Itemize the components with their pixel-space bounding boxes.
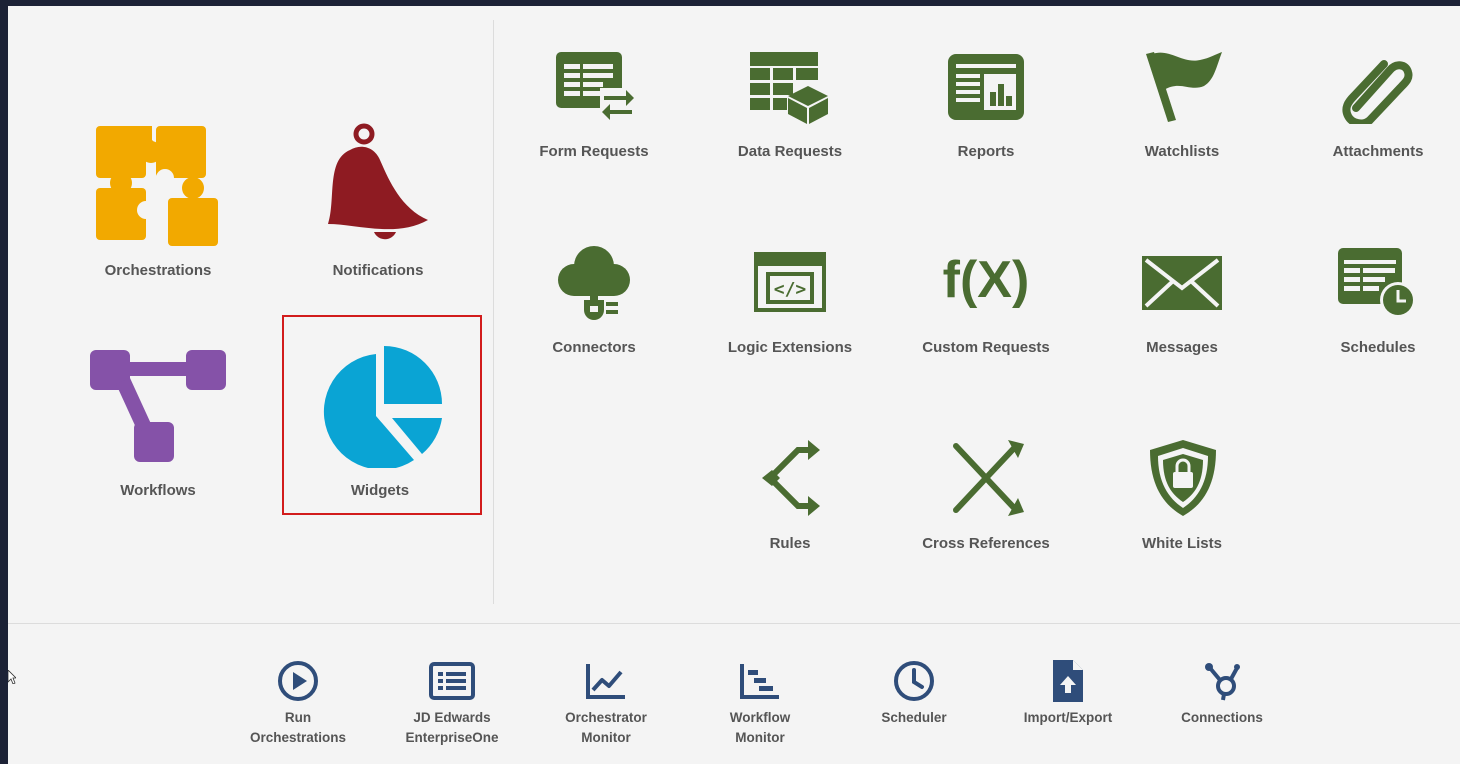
tile-attachments[interactable]: Attachments (1308, 50, 1448, 160)
tile-label-line1: Import/Export (1023, 710, 1113, 725)
tile-label: Custom Requests (922, 339, 1050, 356)
report-icon (948, 54, 1024, 120)
tile-label: Rules (769, 535, 811, 552)
tile-messages[interactable]: Messages (1112, 242, 1252, 356)
clock-icon (894, 661, 934, 701)
tile-rules[interactable]: Rules (720, 438, 860, 552)
tile-label-line1: JD Edwards (413, 710, 491, 725)
tile-orchestrations[interactable]: Orchestrations (78, 116, 238, 279)
data-request-icon (750, 52, 828, 124)
paperclip-icon (1342, 60, 1413, 124)
gantt-chart-icon (740, 664, 779, 699)
tile-connections[interactable]: Connections (1162, 658, 1282, 754)
tile-notifications[interactable]: Notifications (298, 116, 458, 279)
play-circle-icon (278, 661, 318, 701)
tile-label-line2: Monitor (581, 730, 631, 745)
calendar-clock-icon (1338, 248, 1416, 318)
shield-lock-icon (1150, 440, 1216, 516)
tile-label: Data Requests (737, 143, 843, 160)
tile-import-export[interactable]: Import/Export (1008, 658, 1128, 754)
list-window-icon (429, 662, 475, 700)
workflow-icon (90, 350, 226, 462)
tile-form-requests[interactable]: Form Requests (524, 50, 664, 160)
tile-label: Schedules (1340, 339, 1416, 356)
designer-panel: Orchestrations Notifications Workflows W… (8, 6, 1460, 764)
file-upload-icon (1053, 660, 1083, 702)
tile-label: Attachments (1332, 143, 1424, 160)
puzzle-icon (96, 126, 218, 246)
mouse-cursor-icon (8, 670, 16, 684)
tile-label: Connectors (552, 339, 636, 356)
tile-label: Cross References (922, 535, 1050, 552)
tile-label-line1: Scheduler (881, 710, 947, 725)
tile-label-line2: Monitor (735, 730, 785, 745)
tile-label-line1: Workflow (729, 710, 791, 725)
tile-workflows[interactable]: Workflows (78, 336, 238, 499)
horizontal-divider (8, 623, 1460, 624)
bell-icon (328, 123, 428, 240)
hub-icon (1205, 663, 1240, 701)
tile-label-line2: EnterpriseOne (405, 730, 499, 745)
tile-cross-references[interactable]: Cross References (916, 438, 1056, 552)
branch-arrows-icon (762, 440, 820, 516)
tile-label: Logic Extensions (727, 339, 853, 356)
tile-watchlists[interactable]: Watchlists (1112, 50, 1252, 160)
tile-label: Messages (1146, 339, 1218, 356)
tile-scheduler[interactable]: Scheduler (854, 658, 974, 754)
tile-label-line1: Run (284, 710, 312, 725)
tile-custom-requests[interactable]: f(X) Custom Requests (916, 242, 1056, 356)
tile-label: White Lists (1141, 535, 1222, 552)
tile-jd-edwards[interactable]: JD Edwards EnterpriseOne (392, 658, 512, 754)
tile-label: Orchestrations (104, 262, 212, 279)
tile-label-line1: Connections (1181, 710, 1263, 725)
line-chart-icon (586, 664, 625, 699)
form-request-icon (556, 52, 634, 120)
tile-workflow-monitor[interactable]: Workflow Monitor (700, 658, 820, 754)
flag-icon (1146, 52, 1222, 122)
tile-label-line2: Orchestrations (249, 730, 347, 745)
tile-label: Notifications (332, 262, 424, 279)
svg-text:</>: </> (774, 279, 807, 300)
vertical-divider (493, 20, 494, 604)
shuffle-icon (953, 440, 1024, 516)
tile-label-line1: Orchestrator (565, 710, 647, 725)
tile-white-lists[interactable]: White Lists (1112, 438, 1252, 552)
tile-schedules[interactable]: Schedules (1308, 242, 1448, 356)
tile-label: Watchlists (1144, 143, 1220, 160)
tile-label: Workflows (120, 482, 196, 499)
tile-orchestrator-monitor[interactable]: Orchestrator Monitor (546, 658, 666, 754)
tile-label: Reports (957, 143, 1015, 160)
tile-run-orchestrations[interactable]: Run Orchestrations (238, 658, 358, 754)
tile-reports[interactable]: Reports (916, 50, 1056, 160)
tile-connectors[interactable]: Connectors (524, 242, 664, 356)
function-icon: f(X) (942, 251, 1030, 309)
code-window-icon: </> (754, 252, 826, 312)
tile-data-requests[interactable]: Data Requests (720, 50, 860, 160)
selection-highlight (282, 315, 482, 515)
tile-label: Form Requests (539, 143, 649, 160)
tile-logic-extensions[interactable]: </> Logic Extensions (720, 242, 860, 356)
envelope-icon (1142, 256, 1222, 310)
cloud-plug-icon (558, 246, 630, 320)
